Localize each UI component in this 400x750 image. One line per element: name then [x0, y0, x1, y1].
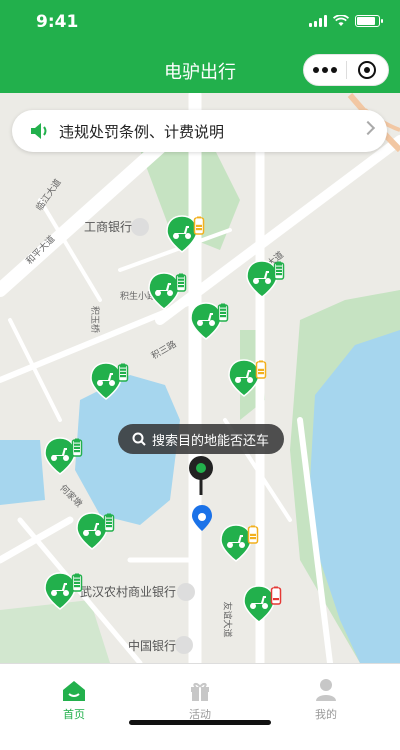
close-target-icon[interactable] [346, 61, 388, 79]
signal-icon [309, 15, 327, 27]
map-label-jiyu: 积玉桥 [89, 305, 100, 334]
search-bubble-label: 搜索目的地能否还车 [152, 433, 270, 449]
map-label-rural-bank: 武汉农村商业银行 [80, 585, 177, 599]
search-icon [132, 432, 146, 446]
scooter-marker[interactable] [220, 523, 260, 571]
scooter-marker[interactable] [44, 436, 84, 484]
miniprogram-capsule [303, 54, 389, 86]
tab-activity[interactable]: 活动 [170, 676, 230, 722]
tab-mine-label: 我的 [315, 708, 337, 721]
notice-bar[interactable]: 违规处罚条例、计费说明 [12, 110, 387, 152]
app-header: 9:41 电驴出行 [0, 0, 400, 93]
tab-bar: 首页 活动 我的 [0, 663, 400, 750]
tab-mine[interactable]: 我的 [296, 676, 356, 722]
tab-home[interactable]: 首页 [44, 676, 104, 722]
scooter-marker[interactable] [243, 584, 283, 632]
scooter-marker[interactable] [76, 511, 116, 559]
speaker-icon [31, 123, 47, 139]
status-time: 9:41 [36, 12, 79, 32]
scooter-marker[interactable] [246, 259, 286, 307]
scooter-marker[interactable] [148, 271, 188, 319]
destination-pin-icon [189, 456, 213, 495]
map-view[interactable]: 工商银行 武汉农村商业银行 中国银行 和平大道 友谊大道 友谊大道 临江大道 积… [0, 93, 400, 663]
gift-icon [191, 682, 209, 701]
map-label-icbc: 工商银行 [84, 220, 133, 234]
status-icons [309, 15, 383, 27]
user-icon [316, 679, 336, 701]
my-location-icon [192, 505, 212, 531]
wifi-icon [333, 15, 349, 26]
map-label-youyi-ave-2: 友谊大道 [221, 601, 232, 638]
chevron-right-icon [360, 120, 376, 136]
more-icon[interactable] [304, 67, 346, 73]
scooter-marker[interactable] [190, 301, 230, 349]
tab-home-label: 首页 [63, 708, 85, 721]
scooter-marker[interactable] [90, 361, 130, 409]
scooter-marker[interactable] [166, 214, 206, 262]
battery-icon [355, 15, 383, 27]
search-destination-bubble[interactable]: 搜索目的地能否还车 [118, 424, 284, 454]
notice-label: 违规处罚条例、计费说明 [59, 122, 225, 141]
map-label-boc: 中国银行 [128, 639, 177, 653]
status-bar: 9:41 [0, 0, 400, 44]
home-indicator [129, 720, 271, 725]
scooter-marker[interactable] [228, 358, 268, 406]
scooter-marker[interactable] [44, 571, 84, 619]
home-icon [63, 681, 85, 701]
